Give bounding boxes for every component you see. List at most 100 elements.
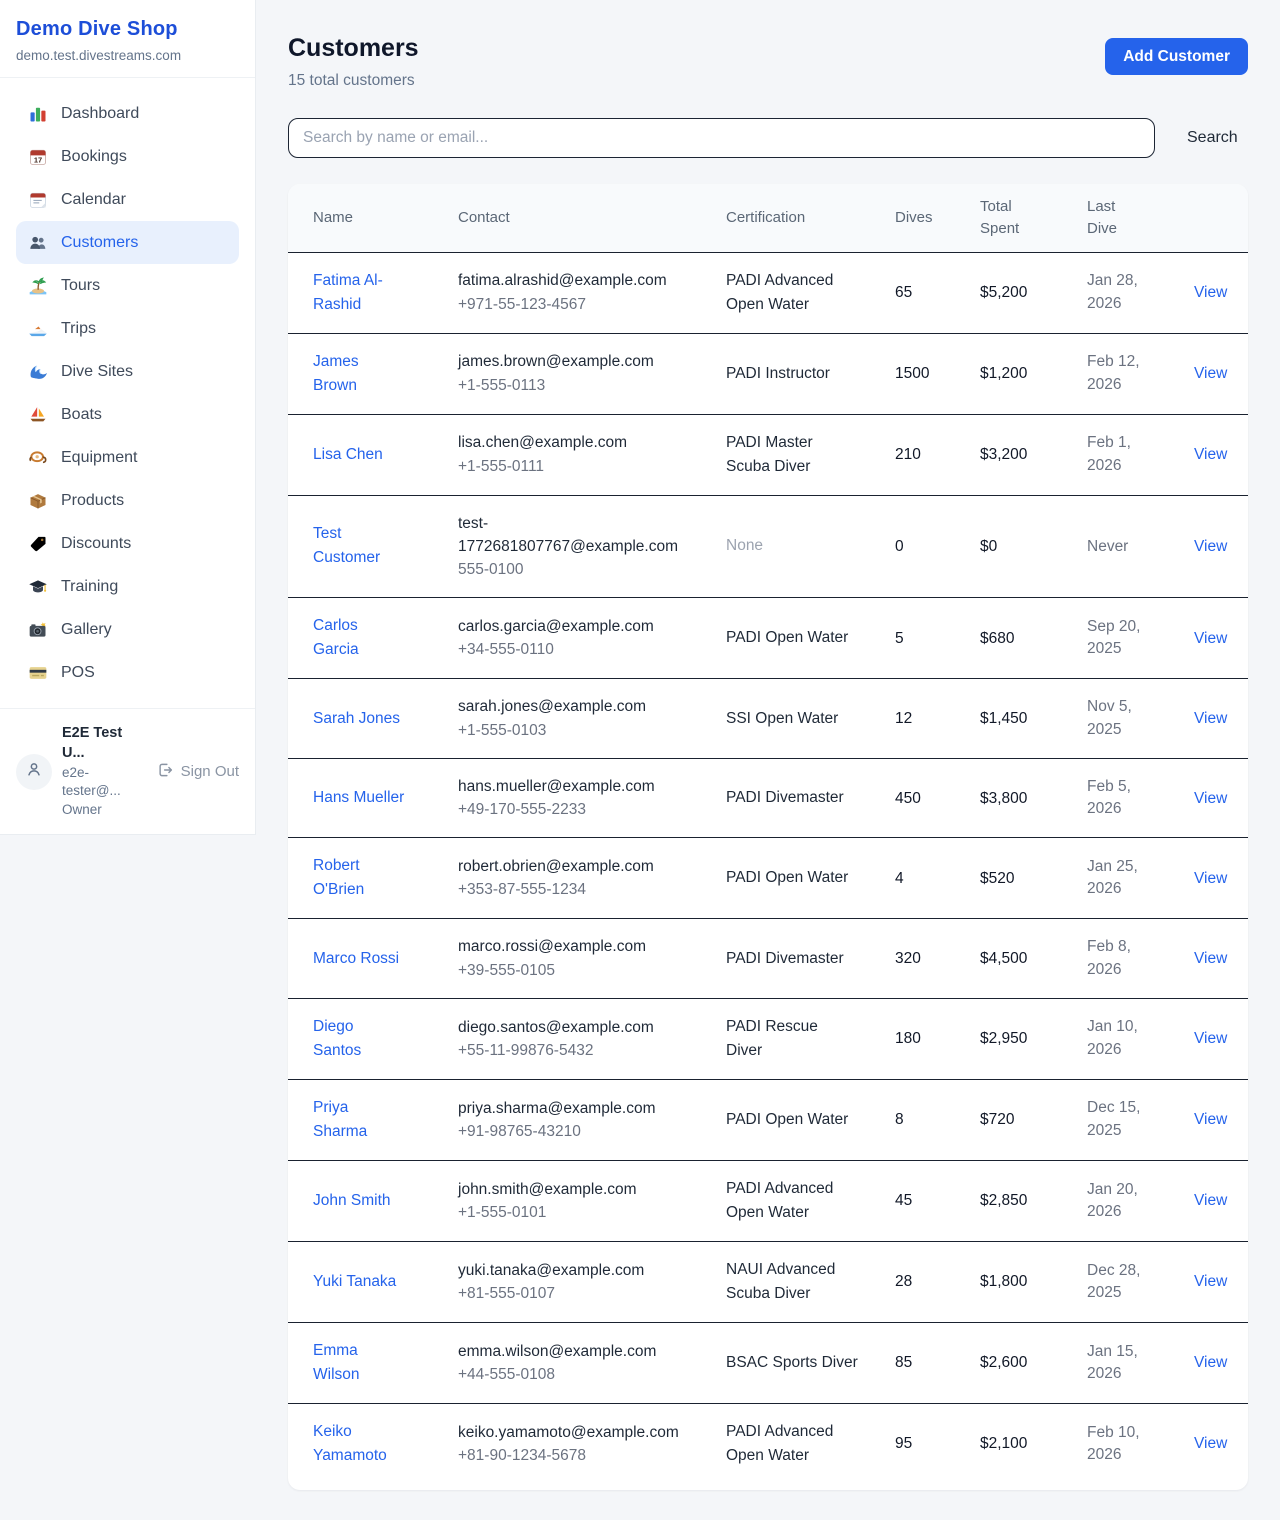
search-button[interactable]: Search <box>1181 127 1244 149</box>
view-customer-link[interactable]: View <box>1194 284 1227 301</box>
sidebar-item-tours[interactable]: Tours <box>16 264 239 307</box>
table-row: Marco Rossi marco.rossi@example.com +39-… <box>288 919 1248 999</box>
sidebar-item-dive-sites[interactable]: Dive Sites <box>16 350 239 393</box>
customer-dives: 85 <box>895 1354 912 1371</box>
view-customer-link[interactable]: View <box>1194 1111 1227 1128</box>
customer-email: emma.wilson@example.com <box>458 1340 670 1363</box>
table-body: Fatima Al-Rashid fatima.alrashid@example… <box>288 252 1248 1490</box>
sidebar-item-products[interactable]: Products <box>16 479 239 522</box>
table-row: Keiko Yamamoto keiko.yamamoto@example.co… <box>288 1404 1248 1491</box>
main-content: Customers 15 total customers Add Custome… <box>256 0 1280 1520</box>
customer-name-link[interactable]: Diego Santos <box>313 1015 405 1063</box>
customer-email: diego.santos@example.com <box>458 1016 670 1039</box>
customer-certification: PADI Open Water <box>726 626 848 650</box>
view-customer-link[interactable]: View <box>1194 1192 1227 1209</box>
view-customer-link[interactable]: View <box>1194 365 1227 382</box>
wave-icon <box>28 362 48 382</box>
view-customer-link[interactable]: View <box>1194 538 1227 555</box>
customer-name-link[interactable]: Robert O'Brien <box>313 854 405 902</box>
customer-certification: PADI Master Scuba Diver <box>726 431 858 479</box>
sign-out-button[interactable]: Sign Out <box>156 761 239 783</box>
sidebar-nav: Dashboard 17 Bookings Calendar Customers… <box>0 78 255 708</box>
customer-email: priya.sharma@example.com <box>458 1097 670 1120</box>
customer-name-link[interactable]: John Smith <box>313 1189 391 1213</box>
customer-dives: 8 <box>895 1111 904 1128</box>
customer-dives: 12 <box>895 710 912 727</box>
sidebar: Demo Dive Shop demo.test.divestreams.com… <box>0 0 256 835</box>
table-row: Robert O'Brien robert.obrien@example.com… <box>288 838 1248 919</box>
customer-certification: BSAC Sports Diver <box>726 1351 858 1375</box>
sidebar-item-customers[interactable]: Customers <box>16 221 239 264</box>
credit-card-icon <box>28 663 48 683</box>
customer-dives: 5 <box>895 630 904 647</box>
calendar-date-icon: 17 <box>28 147 48 167</box>
customer-name-link[interactable]: Lisa Chen <box>313 443 383 467</box>
customer-email: yuki.tanaka@example.com <box>458 1259 670 1282</box>
column-header: Certification <box>726 184 895 252</box>
add-customer-button[interactable]: Add Customer <box>1105 38 1248 75</box>
sidebar-item-discounts[interactable]: Discounts <box>16 522 239 565</box>
table-row: Hans Mueller hans.mueller@example.com +4… <box>288 758 1248 838</box>
sidebar-item-bookings[interactable]: 17 Bookings <box>16 135 239 178</box>
table-row: Diego Santos diego.santos@example.com +5… <box>288 998 1248 1079</box>
customer-last-dive: Never <box>1087 536 1128 558</box>
customer-name-link[interactable]: James Brown <box>313 350 405 398</box>
customer-dives: 0 <box>895 538 904 555</box>
view-customer-link[interactable]: View <box>1194 870 1227 887</box>
view-customer-link[interactable]: View <box>1194 446 1227 463</box>
customer-last-dive: Jan 15, 2026 <box>1087 1341 1157 1386</box>
customer-name-link[interactable]: Sarah Jones <box>313 707 400 731</box>
app-root: Demo Dive Shop demo.test.divestreams.com… <box>0 0 1280 1520</box>
customer-name-link[interactable]: Priya Sharma <box>313 1096 405 1144</box>
customer-last-dive: Feb 10, 2026 <box>1087 1422 1157 1467</box>
customer-dives: 28 <box>895 1273 912 1290</box>
view-customer-link[interactable]: View <box>1194 1273 1227 1290</box>
customer-name-link[interactable]: Marco Rossi <box>313 947 399 971</box>
customer-phone: +971-55-123-4567 <box>458 293 710 316</box>
search-input[interactable] <box>288 118 1155 158</box>
view-customer-link[interactable]: View <box>1194 790 1227 807</box>
column-header: Dives <box>895 184 980 252</box>
customer-name-link[interactable]: Yuki Tanaka <box>313 1270 396 1294</box>
view-customer-link[interactable]: View <box>1194 950 1227 967</box>
customer-certification: PADI Advanced Open Water <box>726 1420 858 1468</box>
person-icon <box>24 759 44 784</box>
speedboat-icon <box>28 319 48 339</box>
customer-last-dive: Jan 20, 2026 <box>1087 1179 1157 1224</box>
customer-last-dive: Feb 8, 2026 <box>1087 936 1157 981</box>
search-bar: Search <box>288 118 1248 158</box>
sidebar-item-calendar[interactable]: Calendar <box>16 178 239 221</box>
customer-name-link[interactable]: Test Customer <box>313 522 405 570</box>
sidebar-item-training[interactable]: Training <box>16 565 239 608</box>
view-customer-link[interactable]: View <box>1194 710 1227 727</box>
sidebar-item-pos[interactable]: POS <box>16 651 239 694</box>
sidebar-item-gallery[interactable]: Gallery <box>16 608 239 651</box>
view-customer-link[interactable]: View <box>1194 1435 1227 1452</box>
customer-dives: 65 <box>895 284 912 301</box>
sidebar-item-equipment[interactable]: Equipment <box>16 436 239 479</box>
view-customer-link[interactable]: View <box>1194 630 1227 647</box>
package-icon <box>28 491 48 511</box>
customer-name-link[interactable]: Fatima Al-Rashid <box>313 269 405 317</box>
customer-name-link[interactable]: Carlos Garcia <box>313 614 405 662</box>
customer-phone: +1-555-0101 <box>458 1201 710 1224</box>
sidebar-item-trips[interactable]: Trips <box>16 307 239 350</box>
customer-name-link[interactable]: Hans Mueller <box>313 786 404 810</box>
customer-total-spent: $2,600 <box>980 1354 1027 1371</box>
sidebar-item-boats[interactable]: Boats <box>16 393 239 436</box>
table-header-row: NameContactCertificationDivesTotal Spent… <box>288 184 1248 252</box>
customer-total-spent: $3,800 <box>980 790 1027 807</box>
customer-name-link[interactable]: Emma Wilson <box>313 1339 405 1387</box>
view-customer-link[interactable]: View <box>1194 1030 1227 1047</box>
customer-name-link[interactable]: Keiko Yamamoto <box>313 1420 405 1468</box>
customer-total-spent: $5,200 <box>980 284 1027 301</box>
customer-last-dive: Feb 1, 2026 <box>1087 432 1157 477</box>
table-row: Test Customer test-1772681807767@example… <box>288 495 1248 598</box>
sidebar-item-dashboard[interactable]: Dashboard <box>16 92 239 135</box>
customer-dives: 95 <box>895 1435 912 1452</box>
island-icon <box>28 276 48 296</box>
customer-certification: None <box>726 534 763 558</box>
sign-out-icon <box>156 761 174 783</box>
customers-table: NameContactCertificationDivesTotal Spent… <box>288 184 1248 1490</box>
view-customer-link[interactable]: View <box>1194 1354 1227 1371</box>
